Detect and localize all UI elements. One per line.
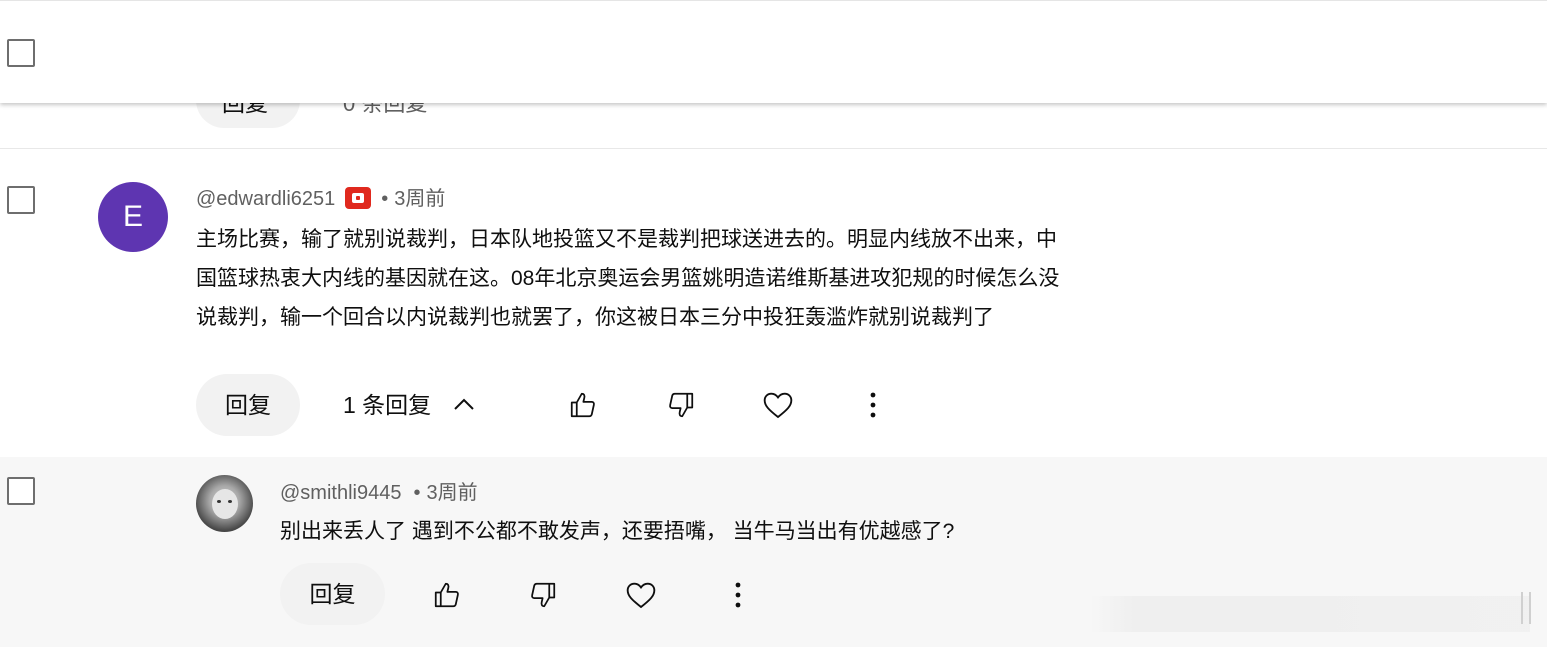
like-button[interactable] [561,383,605,427]
reply-author-handle[interactable]: @smithli9445 [280,482,401,504]
reply-like-button[interactable] [425,573,469,617]
reply-body: 别出来丢人了 遇到不公都不敢发声，还要捂嘴， 当牛马当出有优越感了? [280,520,955,543]
avatar[interactable]: E [98,182,168,252]
thumbs-up-icon [570,392,595,418]
comment-meta: @edwardli6251 • 3周前 [196,182,445,211]
horizontal-scrollbar[interactable] [1090,596,1530,632]
reply-reply-button[interactable]: 回复 [280,563,385,625]
scrollbar-grip-icon[interactable] [1521,592,1531,624]
more-actions-button[interactable] [851,383,895,427]
reply-heart-button[interactable] [619,573,663,617]
replies-toggle[interactable]: 1 条回复 [343,374,476,436]
heart-button[interactable] [756,383,800,427]
reply-button[interactable]: 回复 [196,374,300,436]
meta-separator: • [381,188,389,210]
comment-author-handle[interactable]: @edwardli6251 [196,188,335,210]
chevron-up-icon [453,398,474,410]
reply-meta: @smithli9445 • 3周前 [280,476,478,505]
comment-body: 主场比赛，输了就别说裁判，日本队地投篮又不是裁判把球送进去的。明显内线放不出来，… [196,228,1060,329]
replies-toggle-label: 1 条回复 [343,392,432,418]
thumbs-down-icon [531,582,556,608]
more-vert-icon [870,392,876,418]
reply-select-checkbox[interactable] [7,477,35,505]
heart-icon [626,582,656,609]
heart-icon [763,392,793,419]
member-badge-icon [345,187,372,209]
comment-timestamp[interactable]: 3周前 [394,188,445,210]
top-bar [0,0,1547,103]
comment-select-checkbox[interactable] [7,186,35,214]
reply-dislike-button[interactable] [521,573,565,617]
comment-divider [0,148,1547,149]
reply-timestamp[interactable]: 3周前 [426,482,477,504]
dislike-button[interactable] [659,383,703,427]
reply-more-actions-button[interactable] [716,573,760,617]
more-vert-icon [735,582,741,608]
meta-separator: • [413,482,421,504]
select-all-checkbox[interactable] [7,39,35,67]
thumbs-down-icon [669,392,694,418]
thumbs-up-icon [434,582,459,608]
reply-avatar[interactable] [196,475,253,532]
